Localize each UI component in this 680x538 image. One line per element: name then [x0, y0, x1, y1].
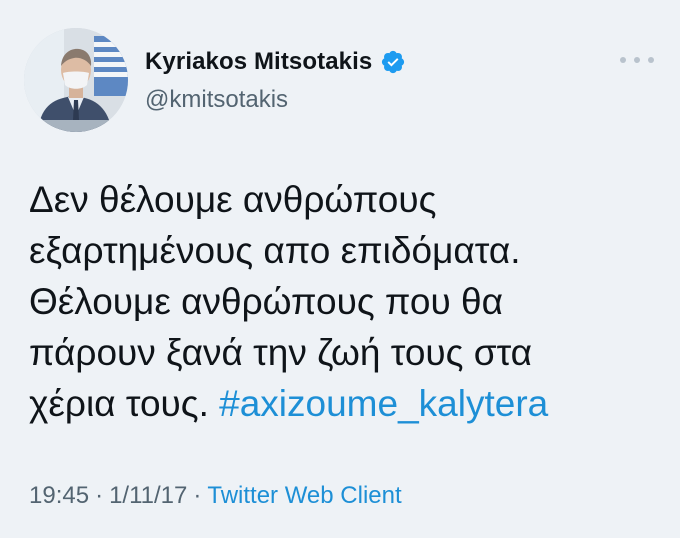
tweet-line: Θέλουμε ανθρώπους που θα: [29, 281, 503, 322]
tweet-line-last: χέρια τους. #axizoume_kalytera: [29, 378, 669, 429]
tweet-line-text: χέρια τους.: [29, 383, 209, 424]
hashtag-link[interactable]: #axizoume_kalytera: [219, 383, 548, 424]
author-handle[interactable]: @kmitsotakis: [145, 86, 288, 114]
tweet-line: Δεν θέλουμε ανθρώπους: [29, 179, 437, 220]
tweet-text: Δεν θέλουμε ανθρώπους εξαρτημένους απο ε…: [29, 174, 669, 429]
tweet-date[interactable]: 1/11/17: [109, 482, 187, 509]
more-options-icon[interactable]: [620, 52, 654, 68]
tweet-meta: 19:45 · 1/11/17 · Twitter Web Client: [29, 482, 402, 510]
tweet-source-link[interactable]: Twitter Web Client: [207, 482, 401, 509]
meta-separator: ·: [95, 482, 104, 509]
profile-photo-icon: [24, 28, 128, 132]
avatar[interactable]: [24, 28, 128, 132]
tweet-time[interactable]: 19:45: [29, 482, 89, 509]
verified-badge-icon: [380, 49, 406, 75]
tweet-line: πάρουν ξανά την ζωή τους στα: [29, 332, 533, 373]
tweet-line: εξαρτημένους απο επιδόματα.: [29, 230, 521, 271]
tweet-card: Kyriakos Mitsotakis @kmitsotakis Δεν θέλ…: [0, 0, 680, 538]
meta-separator: ·: [193, 482, 202, 509]
author-name-row: Kyriakos Mitsotakis: [145, 44, 406, 80]
author-display-name[interactable]: Kyriakos Mitsotakis: [145, 48, 372, 76]
